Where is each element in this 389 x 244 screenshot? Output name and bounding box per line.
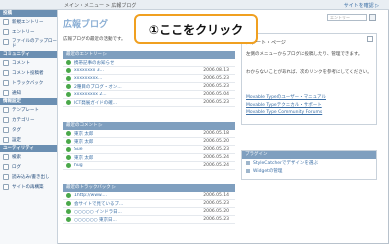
recent-comments-panel: 最近のコメント ▷ 東京 太郎 2006.05.18 東京 太郎 2006.05.2… — [63, 122, 235, 170]
comment-row[interactable]: 東京 太郎 2006.05.20 — [63, 138, 235, 146]
approved-icon — [66, 155, 71, 160]
recent-entries-header[interactable]: 最近のエントリー ▷ — [63, 51, 235, 59]
sidebar-item-categories[interactable]: カテゴリー — [0, 115, 57, 125]
trackback-row[interactable]: ○○○○○○ 東京日... 2006.05.23 — [63, 216, 235, 224]
tag-icon — [3, 127, 9, 133]
sidebar-item-settings[interactable]: 設定 — [0, 135, 57, 145]
plugin-item-stylecatcher[interactable]: StyleCatcherでデザインを選ぶ — [242, 159, 376, 167]
comment-row[interactable]: hug 2006.05.24 — [63, 162, 235, 170]
trackback-icon — [3, 80, 9, 86]
approved-icon — [66, 163, 71, 168]
sidebar-item-notifications[interactable]: 通知 — [0, 88, 57, 98]
comment-row[interactable]: 東京 太郎 2006.05.18 — [63, 130, 235, 138]
search-input[interactable]: エントリー — [327, 14, 367, 21]
community-forums-link[interactable]: Movable Type Community Forums — [246, 110, 322, 115]
tech-support-link[interactable]: Movable Typeテクニカル・サポート — [246, 102, 322, 108]
trackback-row[interactable]: 1http://www.... 2006.05.14 — [63, 192, 235, 200]
recent-trackbacks-header[interactable]: 最近のトラックバック ▷ — [63, 184, 235, 192]
log-icon — [3, 164, 9, 170]
sidebar-item-templates[interactable]: テンプレート — [0, 105, 57, 115]
published-icon — [66, 68, 71, 73]
plugin-icon — [246, 169, 250, 173]
sidebar-section-utilities: ユーティリティ — [0, 145, 57, 152]
rebuild-icon — [3, 184, 9, 190]
sidebar-item-upload[interactable]: ファイルのアップロード — [0, 37, 57, 51]
approved-icon — [66, 217, 71, 222]
sidebar-item-new-entry[interactable]: 新規エントリー — [0, 17, 57, 27]
sidebar-item-commenters[interactable]: コメント投稿者 — [0, 68, 57, 78]
approved-icon — [66, 201, 71, 206]
sidebar-item-log[interactable]: ログ — [0, 162, 57, 172]
view-site-link[interactable]: サイトを確認 ▷ — [344, 2, 379, 9]
sidebar-section-post: 投稿 — [0, 10, 57, 17]
published-icon — [66, 84, 71, 89]
sidebar-section-settings: 情報設定 — [0, 98, 57, 105]
upload-icon — [3, 39, 9, 45]
recent-comments-header[interactable]: 最近のコメント ▷ — [63, 122, 235, 130]
sidebar-section-community: コミュニティ — [0, 51, 57, 58]
approved-icon — [66, 193, 71, 198]
page-title: 広報ブログ — [63, 20, 109, 30]
entry-row[interactable]: 2種目のブログ・オン... 2006.05.23 — [63, 83, 235, 91]
entry-row[interactable]: xxxxxxxxx... 2006.05.23 — [63, 75, 235, 83]
sidebar-item-search[interactable]: 検索 — [0, 152, 57, 162]
start-page-text-2: わからないことがあれば、次のリンクを参考にしてください。 — [246, 70, 372, 75]
plugins-header: プラグイン — [242, 151, 376, 159]
published-icon — [66, 100, 71, 105]
entry-row[interactable]: ICT発展ガイドの確... 2006.05.23 — [63, 99, 235, 107]
sidebar-item-trackbacks[interactable]: トラックバック — [0, 78, 57, 88]
sidebar-item-comments[interactable]: コメント — [0, 58, 57, 68]
breadcrumb: メイン・メニュー > 広報ブログ — [64, 3, 137, 9]
sidebar-item-rebuild[interactable]: サイトの再構築 — [0, 182, 57, 192]
click-here-callout: ①ここをクリック — [134, 14, 258, 44]
user-manual-link[interactable]: Movable Typeのユーザー・マニュアル — [246, 94, 326, 100]
comment-row[interactable]: 東京 太郎 2006.05.24 — [63, 154, 235, 162]
search-button-icon[interactable] — [369, 14, 376, 21]
template-icon — [3, 107, 9, 113]
approved-icon — [66, 131, 71, 136]
entry-row[interactable]: xxxxxxxxx 2... 2006.05.04 — [63, 91, 235, 99]
published-icon — [66, 76, 71, 81]
start-page-text-1: 左側のメニューからブログに投稿したり、管理できます。 — [246, 52, 363, 57]
comment-row[interactable]: Sue 2006.05.23 — [63, 146, 235, 154]
callout-text: ①ここをクリック — [148, 22, 244, 37]
trackback-row[interactable]: ○○○○○ インドラ日... 2006.05.20 — [63, 208, 235, 216]
sidebar-item-import-export[interactable]: 読み込み/書き出し — [0, 172, 57, 182]
approved-icon — [66, 209, 71, 214]
sidebar-item-tags[interactable]: タグ — [0, 125, 57, 135]
import-export-icon — [3, 174, 9, 180]
notification-icon — [3, 90, 9, 96]
recent-entries-panel: 最近のエントリー ▷ 携帯記事のお知らせ xxxxxxxx 3... 2006.0… — [63, 51, 235, 107]
new-entry-icon — [3, 19, 9, 25]
entries-icon — [3, 29, 9, 35]
page-description: 広報ブログの最近の活動です。 — [63, 37, 126, 42]
sidebar-item-entries[interactable]: エントリー — [0, 27, 57, 37]
recent-trackbacks-panel: 最近のトラックバック ▷ 1http://www.... 2006.05.14 会… — [63, 184, 235, 224]
top-bar: メイン・メニュー > 広報ブログ サイトを確認 ▷ — [0, 0, 389, 10]
entry-row[interactable]: xxxxxxxx 3... 2006.08.13 — [63, 67, 235, 75]
approved-icon — [66, 147, 71, 152]
close-icon[interactable] — [367, 36, 373, 42]
search-icon — [3, 154, 9, 160]
published-icon — [66, 60, 71, 65]
start-page-box: スタート・ページ 左側のメニューからブログに投稿したり、管理できます。 わからな… — [241, 33, 377, 125]
plugin-item-widget[interactable]: Widgetの管理 — [242, 167, 376, 175]
commenter-icon — [3, 70, 9, 76]
plugins-box: プラグイン StyleCatcherでデザインを選ぶ Widgetの管理 — [241, 150, 377, 180]
trackback-row[interactable]: 会サイトで見ているブ... 2006.05.23 — [63, 200, 235, 208]
plugin-icon — [246, 161, 250, 165]
entry-row[interactable]: 携帯記事のお知らせ — [63, 59, 235, 67]
sidebar: 投稿 新規エントリー エントリー ファイルのアップロード コミュニティ コメント… — [0, 10, 58, 244]
approved-icon — [66, 139, 71, 144]
category-icon — [3, 117, 9, 123]
gear-icon — [3, 137, 9, 143]
comment-icon — [3, 60, 9, 66]
published-icon — [66, 92, 71, 97]
